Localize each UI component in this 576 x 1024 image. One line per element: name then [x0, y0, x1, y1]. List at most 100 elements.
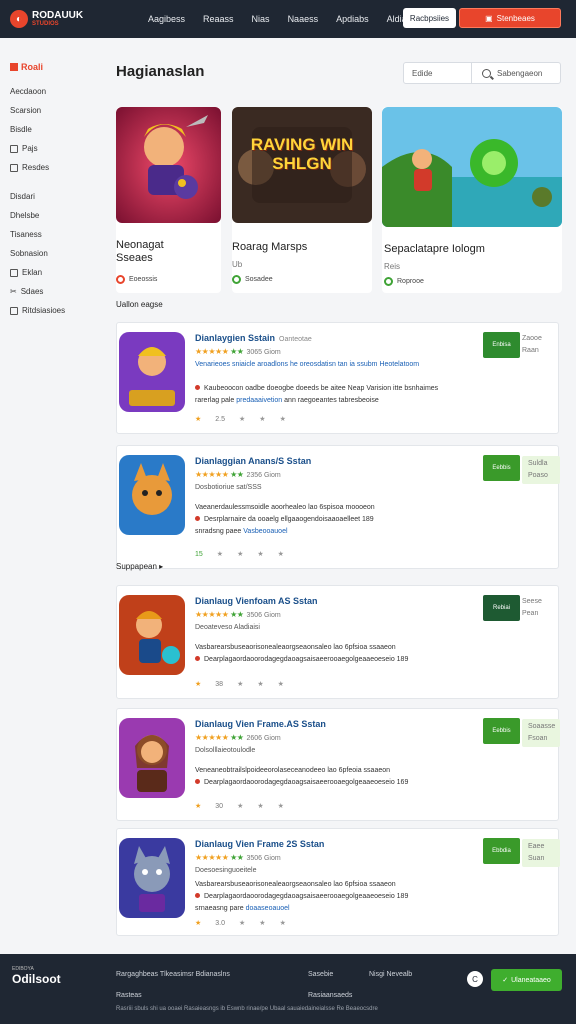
game-desc-line: rarerlag pale predaaaivetion ann raegoea… [195, 397, 379, 404]
sidebar-item-label: Tisaness [10, 230, 42, 239]
sidebar-item-label: Disdari [10, 192, 35, 201]
game-desc-line: Dolsolllaieotoulodle [195, 747, 256, 754]
rating-stars: ★★★★★ ★★ 3506 Giom [195, 853, 281, 862]
desc-text: Desrplarnaire da ooaelg ellgaaogendoisaa… [204, 516, 374, 523]
section-label-text: Suppapean [116, 562, 157, 571]
sidebar-item[interactable]: Bisdle [10, 120, 90, 139]
rating-stars: ★★★★★ ★★ 2606 Giom [195, 733, 281, 742]
footer-link[interactable]: Nisgi Nevealb [369, 964, 412, 985]
action-button[interactable]: Rebiai [483, 595, 520, 621]
desc-text: Dearplagaordaoorodagegdaoagsaisaeerooaeg… [204, 893, 409, 900]
sidebar-item-label: Pajs [22, 144, 38, 153]
rating-count: 3065 Giom [246, 349, 281, 356]
featured-card[interactable]: Neonagat Sseaes Eoeossis [116, 107, 221, 293]
desc-text: Vasbarearsbuseaorisonealeaorgseaonsaleo … [195, 644, 368, 651]
action-button[interactable]: Eebbis [483, 455, 520, 481]
rating-stars: ★★★★★ ★★ 3065 Giom [195, 347, 281, 356]
game-list-item[interactable]: Dianlaug Vien Frame 2S Sstan ★★★★★ ★★ 350… [116, 828, 560, 936]
list-icon [10, 163, 18, 172]
sidebar-item[interactable]: Ritdsiasioes [10, 301, 90, 320]
sidebar-item[interactable]: Sobnasion [10, 244, 90, 263]
filter-select[interactable]: Edide [404, 63, 472, 83]
star-icon: ★ [259, 920, 266, 927]
sidebar-item[interactable]: Scarsion [10, 101, 90, 120]
game-desc-line: Dosbotioriue sat/SSS [195, 484, 262, 491]
game-thumbnail [119, 332, 185, 412]
sidebar-item-label: Aecdaoon [10, 87, 47, 96]
action-button[interactable]: Ebbdia [483, 838, 520, 864]
footer-link[interactable]: Sasebie [308, 964, 352, 985]
nav-item[interactable]: Aagibess [148, 14, 185, 24]
side-note: Suldla Poaso [522, 456, 560, 484]
footer-link[interactable]: Rasteas [116, 985, 230, 1006]
featured-card[interactable]: Sepaclatapre Iologm Reis Roprooe [382, 107, 562, 293]
featured-meta-text: Sosadee [245, 276, 273, 283]
sidebar-item[interactable]: Resdes [10, 158, 90, 177]
sidebar-item[interactable]: Tisaness [10, 225, 90, 244]
brand-name: RODAUUK [32, 10, 84, 21]
nav-item[interactable]: Nias [252, 14, 270, 24]
game-art-image [116, 107, 221, 223]
sidebar-item[interactable]: Aecdaoon [10, 82, 90, 101]
desc-link[interactable]: predaaaivetion [236, 397, 282, 404]
nav-item[interactable]: Reaass [203, 14, 234, 24]
action-button[interactable]: Eebbis [483, 718, 520, 744]
side-note: Soaasse Fsoan [522, 719, 560, 747]
nav-item[interactable]: Apdiabs [336, 14, 369, 24]
footer-cta-button[interactable]: ✓ Ulaneataaeo [491, 969, 562, 991]
sidebar-item-label: Ritdsiasioes [22, 306, 66, 315]
footer-link[interactable]: Rargaghbeas Tlkeasimsr Bdianaslns [116, 964, 230, 985]
signup-label: Stenbeaes [496, 13, 535, 23]
nav-item[interactable]: Naaess [288, 14, 319, 24]
brand-logo[interactable]: ◐ RODAUUK STUDIOS [10, 10, 130, 28]
featured-title: Neonagat Sseaes [116, 239, 216, 265]
sidebar-item[interactable]: Pajs [10, 139, 90, 158]
desc-link[interactable]: Vasbeooauoel [243, 528, 287, 535]
side-note-line: Pean [522, 610, 539, 617]
game-desc-line: Dearplagaordaoorodagegdaoagsaisaeerooaeg… [195, 656, 408, 663]
star-icon: ★ [237, 803, 244, 810]
featured-card[interactable]: RAVING WIN SHLGN Roarag Marsps Ub Sosade… [232, 107, 372, 293]
game-title-tag: Oanteotae [279, 336, 312, 343]
game-desc-line: Dearplagaordaoorodagegdaoagsaisaeerooaeg… [195, 779, 408, 786]
side-note-line: Seese [522, 598, 542, 605]
footer-links: Rargaghbeas Tlkeasimsr Bdianaslns Rastea… [116, 964, 230, 1006]
game-title: Dianlaygien Sstain Oanteotae [195, 333, 312, 343]
footer-link[interactable]: Rasiaansaeds [308, 985, 352, 1006]
side-note: Seese Pean [522, 596, 542, 620]
featured-subtitle: Reis [384, 262, 401, 271]
footer-links: Nisgi Nevealb [369, 964, 412, 985]
footer-brand[interactable]: EDIBOYA Odilsoot [12, 966, 61, 986]
desc-link[interactable]: doaaseoauoel [246, 905, 290, 912]
game-list-item[interactable]: Dianlaug Vienfoam AS Sstan ★★★★★ ★★ 3506 … [116, 585, 559, 699]
sidebar-item[interactable]: ✂ Sdaes [10, 282, 90, 301]
game-title: Dianlaug Vien Frame.AS Sstan [195, 719, 326, 729]
side-note: Eaee Suan [522, 839, 560, 867]
action-button[interactable]: Enbisa [483, 332, 520, 358]
game-title: Dianlaug Vienfoam AS Sstan [195, 596, 318, 606]
search-input[interactable]: Sabengaeon [472, 68, 542, 78]
signup-button[interactable]: ▣ Stenbeaes [459, 8, 561, 28]
side-note-line: Suan [528, 855, 545, 862]
game-list-item[interactable]: Dianlaygien Sstain Oanteotae ★★★★★ ★★ 3065… [116, 322, 559, 434]
login-button[interactable]: Racbpsiies [403, 8, 456, 28]
game-art-image [382, 107, 562, 227]
star-icon: ★ [237, 681, 244, 688]
footer-value: 30 [215, 802, 224, 810]
featured-meta: Eoeossis [116, 275, 157, 284]
game-title: Dianlaug Vien Frame 2S Sstan [195, 839, 325, 849]
game-list-item[interactable]: Dianlaug Vien Frame.AS Sstan ★★★★★ ★★ 260… [116, 708, 560, 821]
social-icon[interactable]: C [467, 971, 483, 987]
footer-value: 3.0 [215, 919, 226, 927]
sidebar-item[interactable]: Dhelsbe [10, 206, 90, 225]
filter-search-bar: Edide Sabengaeon [403, 62, 561, 84]
sidebar-item[interactable]: Eklan [10, 263, 90, 282]
desc-text: ssaaeon [369, 644, 396, 651]
main-nav: Aagibess Reaass Nias Naaess Apdiabs Aldi… [148, 14, 407, 24]
star-icon: ★ [216, 551, 224, 558]
sidebar-item[interactable]: Disdari [10, 187, 90, 206]
card-footer: ★ 30 ★ ★ ★ [195, 802, 284, 811]
game-desc-line: Deoateveso Aladiaisi [195, 624, 260, 631]
side-note-line: Raan [522, 347, 539, 354]
game-list-item[interactable]: Dianlaggian Anans/S Sstan ★★★★★ ★★ 2356 G… [116, 445, 560, 569]
